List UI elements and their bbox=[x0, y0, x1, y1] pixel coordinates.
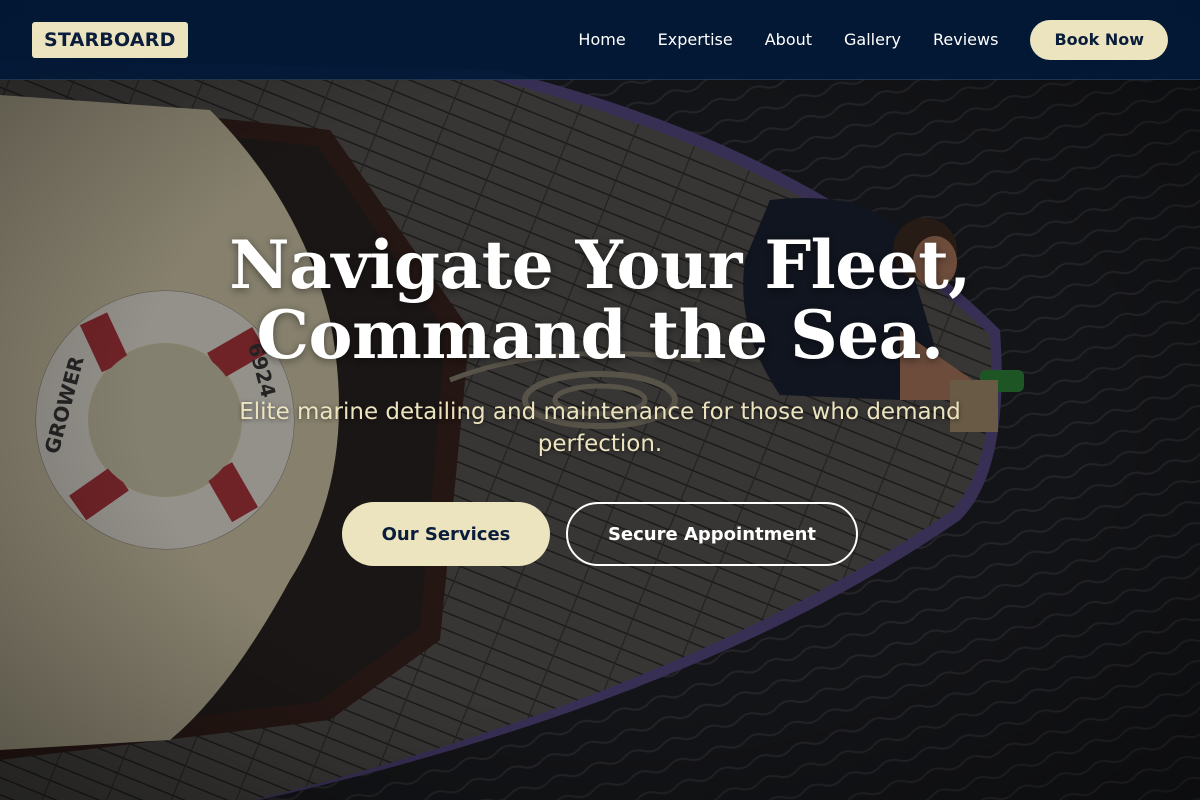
hero-subtitle: Elite marine detailing and maintenance f… bbox=[239, 399, 961, 457]
book-now-button[interactable]: Book Now bbox=[1030, 19, 1168, 60]
nav-item-home[interactable]: Home bbox=[578, 30, 625, 50]
hero-content: Navigate Your Fleet, Command the Sea. El… bbox=[0, 230, 1200, 566]
secure-appointment-button[interactable]: Secure Appointment bbox=[566, 502, 858, 566]
hero-cta-row: Our Services Secure Appointment bbox=[0, 502, 1200, 566]
brand-logo[interactable]: STARBOARD bbox=[32, 21, 188, 58]
hero-headline: Navigate Your Fleet, Command the Sea. bbox=[0, 230, 1200, 370]
site-header: STARBOARD Home Expertise About Gallery R… bbox=[0, 0, 1200, 80]
nav-item-gallery[interactable]: Gallery bbox=[844, 30, 901, 50]
nav-item-reviews[interactable]: Reviews bbox=[933, 30, 998, 50]
headline-line-1: Navigate Your Fleet, bbox=[229, 226, 971, 304]
main-nav: Home Expertise About Gallery Reviews Boo… bbox=[578, 19, 1168, 60]
nav-item-expertise[interactable]: Expertise bbox=[658, 30, 733, 50]
nav-item-about[interactable]: About bbox=[765, 30, 812, 50]
our-services-button[interactable]: Our Services bbox=[342, 502, 550, 566]
headline-line-2: Command the Sea. bbox=[256, 296, 944, 374]
